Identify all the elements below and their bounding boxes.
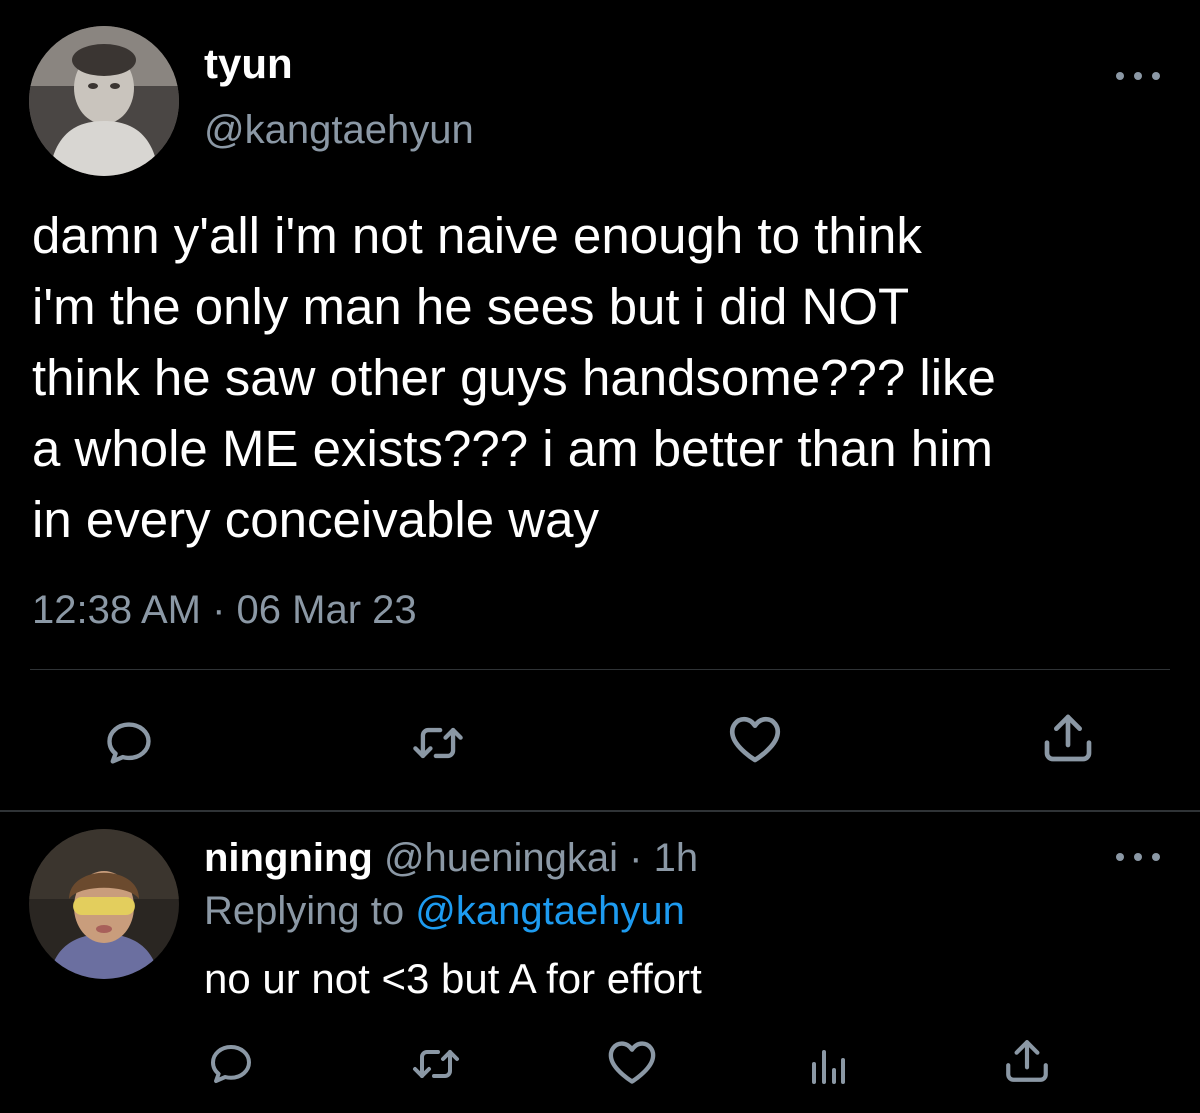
main-tweet-avatar[interactable]	[29, 26, 179, 176]
reply-time[interactable]: 1h	[654, 836, 699, 880]
share-icon[interactable]	[1040, 710, 1096, 766]
more-options-icon[interactable]	[1116, 847, 1160, 867]
retweet-icon[interactable]	[410, 717, 466, 769]
like-icon[interactable]	[727, 713, 783, 765]
header-separator: ·	[618, 836, 654, 880]
author-display-name[interactable]: tyun	[204, 40, 293, 88]
divider	[0, 810, 1200, 812]
tweet-timestamp[interactable]: 12:38 AM · 06 Mar 23	[32, 588, 417, 633]
replying-to-link[interactable]: @kangtaehyun	[415, 889, 685, 933]
reply-display-name[interactable]: ningning	[204, 836, 373, 880]
reply-handle[interactable]: @hueningkai	[384, 836, 618, 880]
share-icon[interactable]	[1002, 1036, 1052, 1086]
reply-avatar[interactable]	[29, 829, 179, 979]
analytics-icon[interactable]	[808, 1046, 848, 1086]
avatar-photo-icon	[29, 829, 179, 979]
avatar-photo-icon	[29, 26, 179, 176]
like-icon[interactable]	[606, 1038, 658, 1086]
reply-icon[interactable]	[103, 717, 155, 769]
reply-header: ningning @hueningkai · 1h	[204, 836, 698, 881]
more-options-icon[interactable]	[1116, 66, 1160, 86]
tweet-text: damn y'all i'm not naive enough to think…	[32, 207, 996, 548]
retweet-icon[interactable]	[410, 1040, 462, 1088]
replying-prefix: Replying to	[204, 889, 416, 933]
reply-icon[interactable]	[207, 1040, 255, 1088]
divider	[30, 669, 1170, 670]
author-handle[interactable]: @kangtaehyun	[204, 108, 474, 153]
replying-to-line: Replying to @kangtaehyun	[204, 889, 685, 934]
reply-text: no ur not <3 but A for effort	[204, 955, 702, 1002]
